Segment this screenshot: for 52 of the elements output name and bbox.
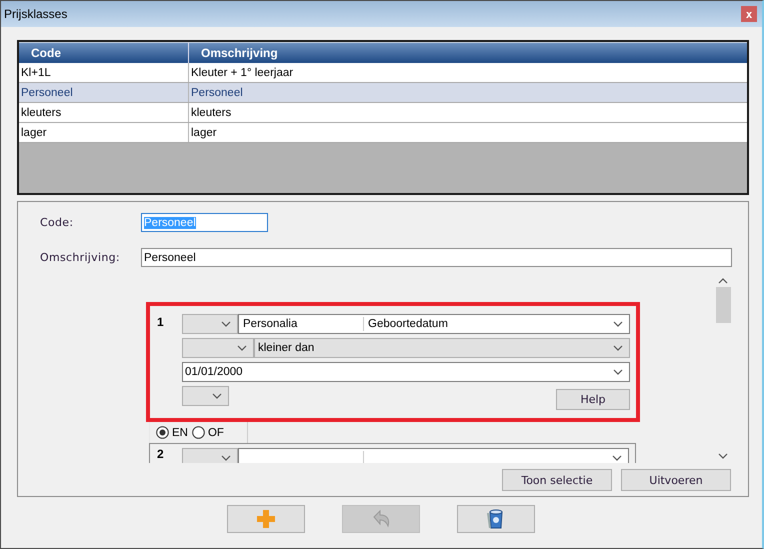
value-combobox[interactable]: 01/01/2000 xyxy=(182,362,630,382)
operator-dropdown[interactable]: kleiner dan xyxy=(254,338,630,358)
radio-option[interactable]: EN xyxy=(156,426,188,439)
chevron-icon xyxy=(613,369,623,375)
table-cell: Personeel xyxy=(19,83,189,102)
input-field[interactable]: Personeel xyxy=(141,248,732,267)
dropdown[interactable] xyxy=(182,448,238,463)
action-button[interactable]: Toon selectie xyxy=(502,469,612,491)
table-row[interactable]: Personeel Personeel xyxy=(19,83,747,103)
help-button[interactable]: Help xyxy=(556,389,630,410)
field-label: Omschrijving: xyxy=(40,251,121,264)
action-button[interactable]: Uitvoeren xyxy=(621,469,731,491)
table-row[interactable]: Kl+1L Kleuter + 1° leerjaar xyxy=(19,63,747,83)
table-cell-text: Personeel xyxy=(190,86,244,100)
close-button[interactable]: x xyxy=(741,6,757,22)
field-dropdown[interactable] xyxy=(238,448,629,463)
chevron-icon xyxy=(237,345,247,351)
chevron-icon xyxy=(718,278,728,284)
table-cell: kleuters xyxy=(19,103,189,122)
dropdown[interactable] xyxy=(182,338,254,358)
radio-button[interactable] xyxy=(192,426,205,439)
table-cell-text: kleuters xyxy=(190,106,232,120)
table-row[interactable]: kleuters kleuters xyxy=(19,103,747,123)
add-button[interactable] xyxy=(226,505,304,533)
chevron-icon xyxy=(212,393,222,399)
delete-button[interactable] xyxy=(456,505,534,533)
chevron-icon xyxy=(718,453,728,459)
table-cell-text: Kleuter + 1° leerjaar xyxy=(190,66,294,80)
radio-button[interactable] xyxy=(156,426,169,439)
chevron-icon xyxy=(612,455,622,461)
window-title: Prijsklasses xyxy=(4,7,68,21)
criterion-number: 1 xyxy=(157,314,165,331)
dropdown[interactable] xyxy=(182,386,229,406)
field-dropdown[interactable]: Personalia Geboortedatum xyxy=(238,314,630,334)
trash-bin-icon xyxy=(486,510,502,528)
column-header[interactable]: Code xyxy=(19,42,189,63)
radio-option[interactable]: OF xyxy=(192,426,224,439)
column-header[interactable]: Omschrijving xyxy=(189,42,747,63)
chevron-icon xyxy=(613,321,623,327)
criterion-number: 2 xyxy=(157,448,165,463)
table-row[interactable]: lager lager xyxy=(19,123,747,143)
chevron-icon xyxy=(221,321,231,327)
chevron-icon xyxy=(221,455,231,461)
plus-icon xyxy=(256,510,274,528)
table-cell-text: lager xyxy=(190,126,218,140)
table-cell: Kl+1L xyxy=(19,63,189,82)
chevron-icon xyxy=(613,345,623,351)
field-label: Code: xyxy=(40,216,74,229)
dropdown[interactable] xyxy=(182,314,238,334)
scroll-thumb[interactable] xyxy=(716,287,730,323)
table-cell: lager xyxy=(19,123,189,142)
undo-arrow-icon xyxy=(373,510,389,526)
